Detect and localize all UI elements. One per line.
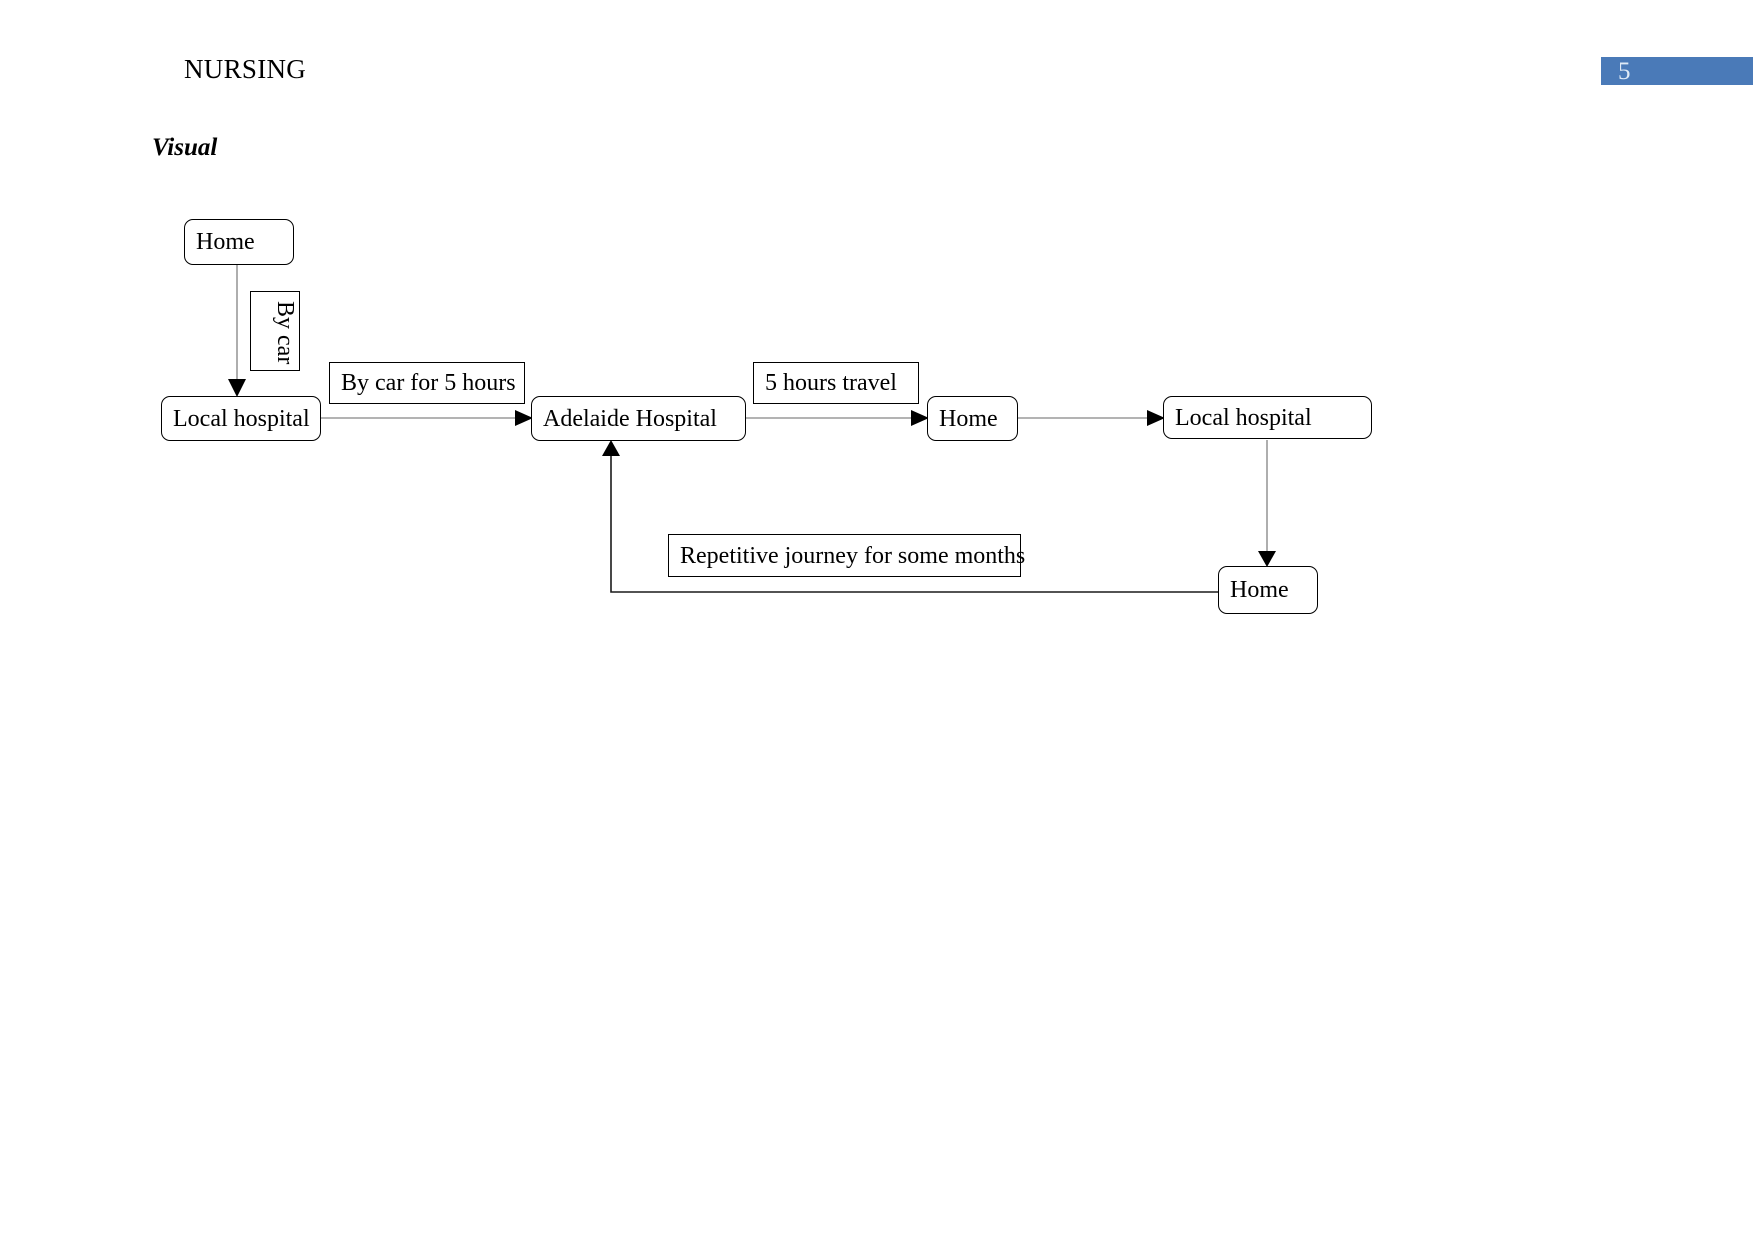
node-local-hospital-1[interactable]: Local hospital xyxy=(161,396,321,441)
node-by-car-for-5-hours[interactable]: By car for 5 hours xyxy=(329,362,525,404)
flowchart-diagram: Home By car Local hospital By car for 5 … xyxy=(0,0,1754,1241)
edge-adelaide-to-home xyxy=(746,410,929,426)
node-local-hospital-2[interactable]: Local hospital xyxy=(1163,396,1372,439)
edge-home-to-local-hospital xyxy=(228,265,246,397)
edge-local-hospital-2-to-home-bottom xyxy=(1258,440,1276,567)
node-label: Home xyxy=(939,405,998,432)
node-5-hours-travel[interactable]: 5 hours travel xyxy=(753,362,919,404)
node-label: Local hospital xyxy=(1175,404,1312,431)
node-label: Repetitive journey for some months xyxy=(680,542,1026,569)
node-home-return[interactable]: Home xyxy=(927,396,1018,441)
flowchart-connectors xyxy=(228,265,1276,593)
node-label: Home xyxy=(1230,577,1289,603)
edge-home-to-local-hospital-2 xyxy=(1018,410,1165,426)
node-home-top[interactable]: Home xyxy=(184,219,294,265)
node-adelaide-hospital[interactable]: Adelaide Hospital xyxy=(531,396,746,441)
node-repetitive-journey[interactable]: Repetitive journey for some months xyxy=(668,534,1025,577)
edge-local-hospital-to-adelaide xyxy=(321,410,533,426)
node-label: Adelaide Hospital xyxy=(543,405,717,432)
node-label: 5 hours travel xyxy=(765,370,897,396)
node-by-car[interactable]: By car xyxy=(250,291,300,371)
node-label: By car xyxy=(272,301,298,365)
node-label: Local hospital xyxy=(173,405,310,432)
node-label: By car for 5 hours xyxy=(341,370,516,396)
node-label: Home xyxy=(196,229,255,255)
node-home-bottom[interactable]: Home xyxy=(1218,566,1318,614)
